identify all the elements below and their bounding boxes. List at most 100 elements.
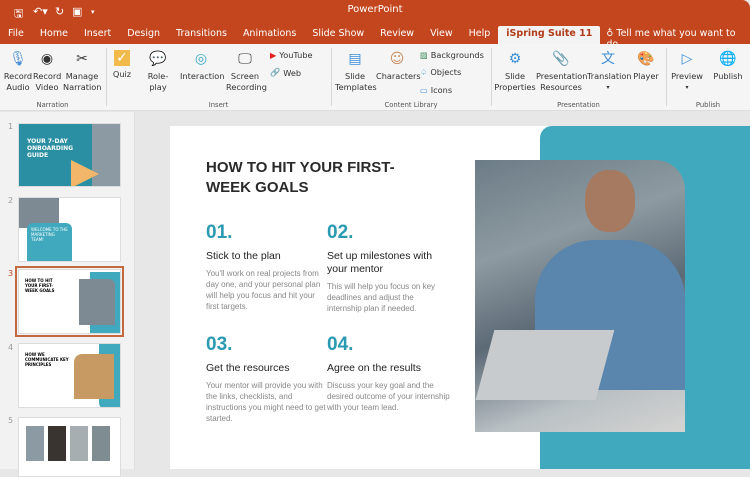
thumbnail-photo [26,426,44,461]
group-label-insert: Insert [208,101,229,109]
microphone-icon: 🎙 [9,50,27,67]
tab-transitions[interactable]: Transitions [168,26,235,44]
slide-properties-icon: ⚙ [508,50,522,67]
link-icon: 🔗 [270,67,281,77]
goal-item: 01. Stick to the plan You'll work on rea… [206,222,326,312]
objects-icon: ♤ [420,67,428,77]
divider [106,48,107,106]
ribbon-tabs: File Home Insert Design Transitions Anim… [0,26,750,50]
thumbnail-photo [70,426,88,461]
thumbnail-title: WELCOME TO THE MARKETING TEAM! [27,223,72,261]
group-label-publish: Publish [695,101,721,109]
slide-template-icon: ▤ [348,50,362,67]
group-label-narration: Narration [36,101,69,109]
group-label-presentation: Presentation [557,101,600,109]
characters-button[interactable]: ☺ Characters [376,50,421,82]
slide-thumbnail-5[interactable] [18,417,121,477]
player-button[interactable]: 🎨 Player [630,50,662,82]
tab-help[interactable]: Help [461,26,499,44]
icons-icon: ▭ [420,85,428,95]
goal-number: 02. [327,222,354,243]
slide-thumbnail-3[interactable]: HOW TO HIT YOUR FIRST-WEEK GOALS [15,266,124,337]
laptop [475,330,615,400]
slide-title: HOW TO HIT YOUR FIRST-WEEK GOALS [206,159,395,196]
translate-icon: 文 [601,50,615,67]
goal-item: 02. Set up milestones with your mentor T… [327,222,447,314]
webcam-icon: ◉ [40,50,54,67]
goal-text: You'll work on real projects from day on… [206,269,321,311]
goal-title: Stick to the plan [206,250,281,262]
manage-narration-button[interactable]: ✂ Manage Narration [63,50,101,93]
tab-view[interactable]: View [422,26,461,44]
slide-number: 2 [8,196,14,205]
slide-number: 3 [8,269,14,278]
goal-number: 04. [327,334,354,355]
record-video-button[interactable]: ◉ Record Video [33,50,61,93]
web-button[interactable]: 🔗 Web [270,67,301,78]
tab-slide-show[interactable]: Slide Show [304,26,372,44]
slide-number: 1 [8,122,14,131]
slide-canvas[interactable]: HOW TO HIT YOUR FIRST-WEEK GOALS 01. Sti… [170,126,750,469]
narration-edit-icon: ✂ [76,50,88,67]
tab-review[interactable]: Review [372,26,422,44]
tell-me-search[interactable]: ♁ Tell me what you want to do [600,26,750,50]
thumbnail-title: HOW TO HIT YOUR FIRST-WEEK GOALS [25,278,55,293]
globe-upload-icon: 🌐 [719,50,737,67]
presentation-resources-button[interactable]: 📎 Presentation Resources [536,50,587,93]
slide-number: 4 [8,343,14,352]
thumbnail-photo [79,279,115,325]
resources-icon: 📎 [552,50,570,67]
backgrounds-button[interactable]: ▨ Backgrounds [420,50,484,60]
icons-button[interactable]: ▭ Icons [420,85,452,95]
group-label-content-library: Content Library [384,101,438,109]
tab-insert[interactable]: Insert [76,26,119,44]
translation-button[interactable]: 文 Translation ▾ [587,50,632,93]
goal-item: 03. Get the resources Your mentor will p… [206,334,326,424]
tab-animations[interactable]: Animations [235,26,304,44]
goal-number: 01. [206,222,233,243]
thumbnail-photo [74,354,114,399]
divider [666,48,667,106]
goal-text: This will help you focus on key deadline… [327,282,436,313]
slide-thumbnail-1[interactable]: YOUR 7-DAY ONBOARDING GUIDE [18,123,121,187]
youtube-button[interactable]: ▶ YouTube [270,50,313,60]
title-bar: 🖫 ↶▾ ↻ ▣ ▾ PowerPoint File Home Insert D… [0,0,750,50]
divider [491,48,492,106]
background-image-icon: ▨ [420,50,428,60]
tab-ispring-suite[interactable]: iSpring Suite 11 [498,26,601,44]
slide-photo-man-with-laptop [475,160,685,432]
tab-file[interactable]: File [0,26,32,44]
quiz-button[interactable]: ✓ Quiz [110,50,134,80]
quiz-icon: ✓ [114,50,130,66]
tab-design[interactable]: Design [119,26,168,44]
slide-thumbnail-2[interactable]: WELCOME TO THE MARKETING TEAM! [18,197,121,262]
thumbnail-shape [71,160,99,186]
youtube-icon: ▶ [270,50,277,60]
record-audio-button[interactable]: 🎙 Record Audio [3,50,33,93]
thumbnail-photo [48,426,66,461]
preview-button[interactable]: ▷ Preview ▾ [669,50,705,93]
tab-home[interactable]: Home [32,26,76,44]
divider [331,48,332,106]
person-head [585,170,635,232]
role-play-button[interactable]: 💬 Role-play [140,50,176,93]
objects-button[interactable]: ♤ Objects [420,67,461,77]
goal-text: Discuss your key goal and the desired ou… [327,381,450,412]
screen-recording-button[interactable]: 🖵 Screen Recording [226,50,267,93]
goal-title: Set up milestones with your mentor [327,250,433,275]
goal-text: Your mentor will provide you with the li… [206,381,326,423]
publish-button[interactable]: 🌐 Publish [710,50,746,82]
slide-properties-button[interactable]: ⚙ Slide Properties [494,50,536,93]
chat-bubble-icon: 💬 [149,50,167,67]
thumbnail-title: HOW WE COMMUNICATE KEY PRINCIPLES [25,352,69,367]
app-title: PowerPoint [347,4,403,15]
slide-templates-button[interactable]: ▤ Slide Templates [335,50,377,93]
screen-record-icon: 🖵 [238,50,252,67]
goal-number: 03. [206,334,233,355]
character-icon: ☺ [389,50,405,67]
interaction-button[interactable]: ◎ Interaction [180,50,224,82]
slide-thumbnail-panel[interactable]: 1 YOUR 7-DAY ONBOARDING GUIDE 2 WELCOME … [0,112,135,477]
slide-thumbnail-4[interactable]: HOW WE COMMUNICATE KEY PRINCIPLES [18,343,121,408]
dropdown-arrow-icon: ▾ [606,84,610,91]
player-palette-icon: 🎨 [637,50,655,67]
